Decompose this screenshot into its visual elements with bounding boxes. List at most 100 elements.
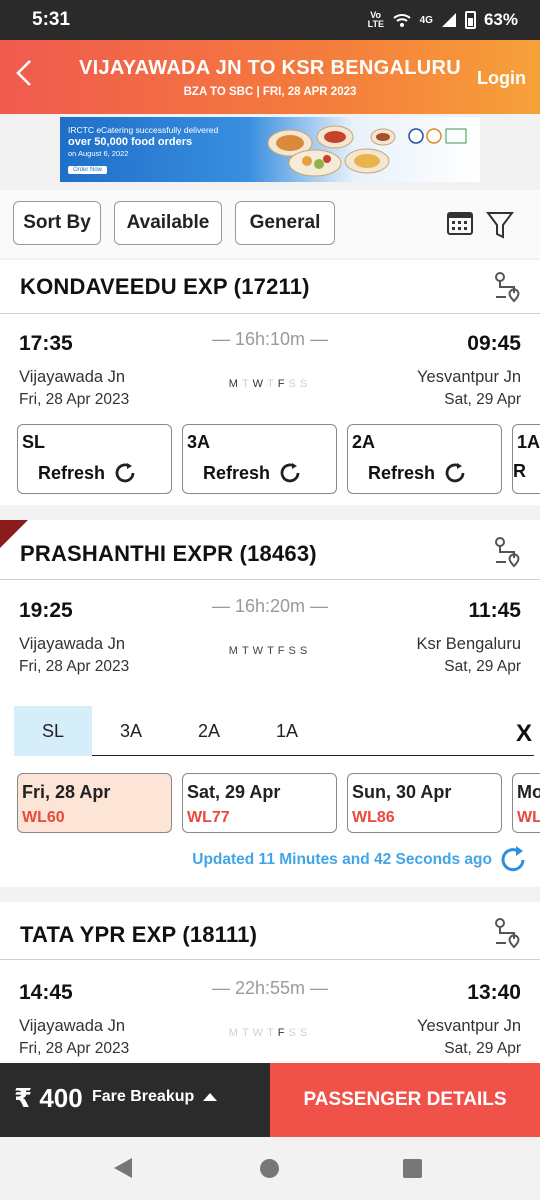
to-station: Ksr Bengaluru (416, 635, 521, 653)
login-link[interactable]: Login (477, 68, 526, 89)
refresh-availability[interactable]: Refresh (38, 461, 137, 485)
status-time: 5:31 (32, 9, 71, 30)
availability-date-option[interactable]: Sun, 30 Apr WL86 (347, 773, 502, 833)
train-card-expanded[interactable]: PRASHANTHI EXPR (18463) 19:25 — 16h:20m … (0, 520, 540, 887)
wifi-icon (392, 14, 411, 27)
calendar-icon[interactable] (446, 210, 474, 236)
departure-date: Fri, 28 Apr 2023 (19, 1040, 130, 1057)
to-station: Yesvantpur Jn (417, 368, 521, 386)
banner-line2: over 50,000 food orders (68, 136, 193, 148)
passenger-details-button[interactable]: PASSENGER DETAILS (270, 1063, 540, 1137)
last-updated-text: Updated 11 Minutes and 42 Seconds ago (192, 851, 492, 868)
page-subtitle: BZA TO SBC | FRI, 28 APR 2023 (183, 86, 357, 98)
available-filter-button[interactable]: Available (114, 201, 222, 245)
availability-status: WL (517, 809, 540, 826)
arrival-date: Sat, 29 Apr (444, 658, 521, 675)
nav-home-icon[interactable] (260, 1159, 279, 1178)
refresh-label: Refresh (368, 462, 436, 483)
class-code: 2A (352, 432, 376, 452)
irctc-logos (408, 128, 467, 144)
tab-2a[interactable]: 2A (170, 706, 248, 756)
filter-bar: Sort By Available General (0, 190, 540, 258)
class-option-3a[interactable]: 3A Refresh (182, 424, 337, 494)
battery-icon (464, 11, 476, 29)
status-indicators: Vo LTE 4G 63% (368, 10, 518, 30)
refresh-availability[interactable]: Refresh (368, 461, 467, 485)
availability-date: Sat, 29 Apr (187, 782, 281, 802)
availability-status: WL60 (22, 809, 65, 826)
fare-amount: ₹ 400 (14, 1083, 83, 1113)
banner-line3: on August 6, 2022 (68, 149, 129, 158)
back-arrow-icon[interactable] (14, 58, 34, 94)
fare-breakup-toggle[interactable]: Fare Breakup (92, 1088, 218, 1106)
train-name: KONDAVEEDU EXP (17211) (20, 274, 310, 299)
refresh-label: Refresh (38, 462, 106, 483)
journey-duration: — 16h:20m — (211, 596, 329, 616)
network-type: 4G (419, 14, 433, 26)
availability-date: Sun, 30 Apr (352, 782, 452, 802)
refresh-availability[interactable]: Refresh (203, 461, 302, 485)
class-option-2a[interactable]: 2A Refresh (347, 424, 502, 494)
refresh-icon[interactable] (498, 845, 528, 875)
tab-3a[interactable]: 3A (92, 706, 170, 756)
train-card[interactable]: KONDAVEEDU EXP (17211) 17:35 — 16h:10m —… (0, 260, 540, 505)
class-code: SL (22, 432, 46, 452)
availability-date-option[interactable]: Fri, 28 Apr WL60 (17, 773, 172, 833)
class-option-sl[interactable]: SL Refresh (17, 424, 172, 494)
arrival-date: Sat, 29 Apr (444, 1040, 521, 1057)
train-name: TATA YPR EXP (18111) (20, 922, 258, 947)
refresh-icon (115, 463, 135, 483)
nav-recents-icon[interactable] (403, 1159, 422, 1178)
train-card-header: KONDAVEEDU EXP (17211) (0, 260, 540, 314)
arrival-date: Sat, 29 Apr (444, 391, 521, 408)
signal-icon (441, 13, 456, 27)
system-nav-bar (0, 1137, 540, 1200)
tab-1a[interactable]: 1A (248, 706, 326, 756)
arrival-time: 09:45 (467, 332, 521, 355)
bottom-action-bar: ₹ 400 Fare Breakup PASSENGER DETAILS (0, 1063, 540, 1137)
class-option-1a[interactable]: 1A R (512, 424, 540, 494)
banner-text: IRCTC eCatering successfully delivered o… (68, 124, 248, 160)
nav-back-icon[interactable] (114, 1158, 132, 1178)
availability-status: WL86 (352, 809, 395, 826)
train-card-header: PRASHANTHI EXPR (18463) (0, 520, 540, 580)
banner-order-button[interactable]: Order Now (68, 166, 108, 174)
volte-indicator: Vo LTE (367, 10, 384, 29)
close-icon[interactable]: X (516, 720, 532, 748)
fare-section: ₹ 400 Fare Breakup (0, 1063, 270, 1137)
route-map-icon[interactable] (492, 917, 522, 949)
arrival-time: 13:40 (467, 981, 521, 1004)
page-title: VIJAYAWADA JN TO KSR BENGALURU (78, 57, 462, 79)
battery-level: 63% (483, 10, 518, 29)
funnel-icon[interactable] (486, 210, 514, 240)
departure-date: Fri, 28 Apr 2023 (19, 391, 130, 408)
refresh-label: R (513, 461, 526, 481)
refresh-availability[interactable]: R (513, 461, 526, 482)
food-plates-image (267, 125, 396, 177)
departure-date: Fri, 28 Apr 2023 (19, 658, 130, 675)
general-quota-button[interactable]: General (235, 201, 335, 245)
class-code: 3A (187, 432, 211, 452)
train-card[interactable]: TATA YPR EXP (18111) 14:45 — 22h:55m — 1… (0, 902, 540, 1063)
caret-up-icon (203, 1093, 218, 1101)
route-map-icon[interactable] (492, 271, 522, 303)
availability-date: Mo (517, 782, 540, 802)
availability-status: WL77 (187, 809, 230, 826)
availability-date-option[interactable]: Mo WL (512, 773, 540, 833)
banner-line1: IRCTC eCatering successfully delivered (68, 125, 219, 135)
arrival-time: 11:45 (468, 599, 521, 622)
route-map-icon[interactable] (492, 536, 522, 568)
train-name: PRASHANTHI EXPR (18463) (20, 541, 317, 566)
sort-by-button[interactable]: Sort By (13, 201, 101, 245)
tab-sl[interactable]: SL (14, 706, 92, 756)
availability-date-option[interactable]: Sat, 29 Apr WL77 (182, 773, 337, 833)
class-code: 1A (517, 432, 540, 452)
to-station: Yesvantpur Jn (417, 1017, 521, 1035)
journey-duration: — 22h:55m — (211, 978, 329, 998)
app-header: VIJAYAWADA JN TO KSR BENGALURU BZA TO SB… (0, 40, 540, 114)
class-tabs: SL 3A 2A 1A X (14, 706, 534, 756)
journey-duration: — 16h:10m — (211, 329, 329, 349)
promo-banner[interactable]: IRCTC eCatering successfully delivered o… (60, 117, 480, 182)
fare-breakup-label: Fare Breakup (92, 1088, 195, 1105)
refresh-icon (280, 463, 300, 483)
